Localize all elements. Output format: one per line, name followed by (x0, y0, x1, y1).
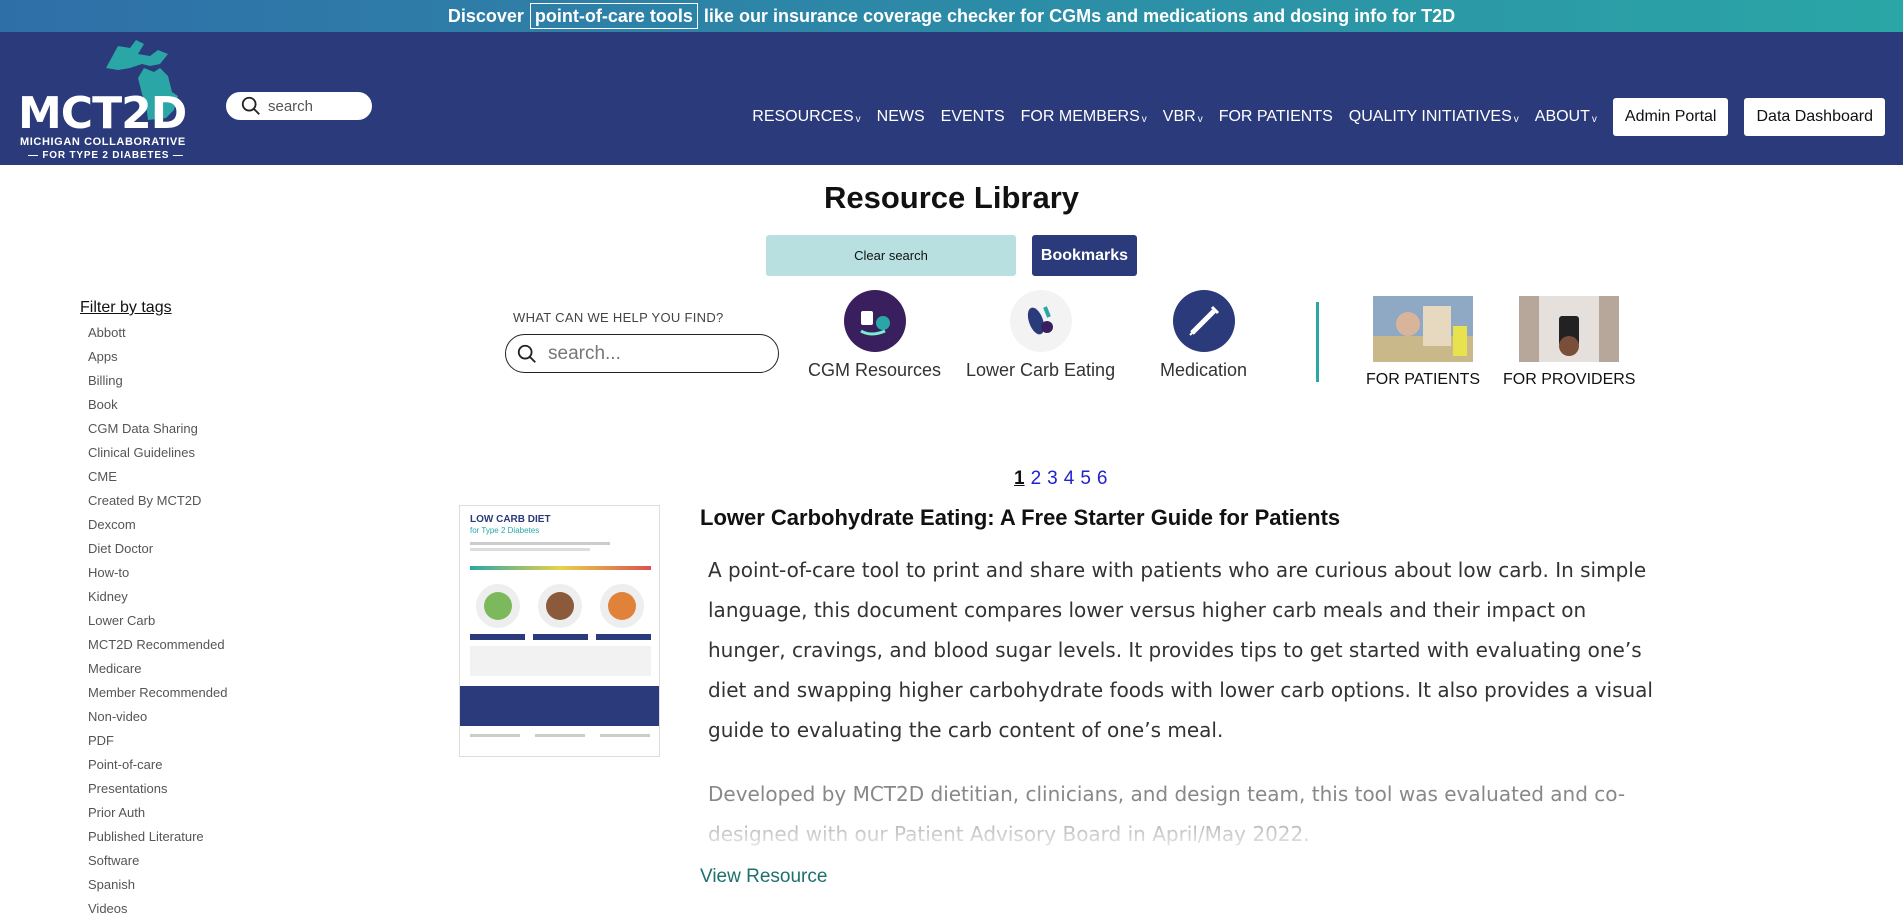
tag-filter-item[interactable]: Published Literature (88, 825, 227, 849)
audience-label: FOR PROVIDERS (1503, 371, 1636, 388)
clear-search-button[interactable]: Clear search (766, 235, 1016, 276)
announcement-post: like our insurance coverage checker for … (703, 5, 1456, 26)
announcement-bar: Discover point-of-care tools like our in… (0, 0, 1903, 32)
tag-filter-item[interactable]: Created By MCT2D (88, 489, 227, 513)
search-icon (241, 96, 260, 115)
header-search-placeholder: search (268, 97, 314, 115)
audience-for-providers[interactable]: FOR PROVIDERS (1503, 296, 1635, 389)
tag-filter-item[interactable]: Presentations (88, 777, 227, 801)
lower-carb-icon (1009, 290, 1072, 352)
audience-label: FOR PATIENTS (1366, 371, 1481, 388)
tag-filter-item[interactable]: Member Recommended (88, 681, 227, 705)
syringe-icon (1172, 290, 1235, 352)
page-link[interactable]: 5 (1080, 468, 1091, 490)
tag-filter-item[interactable]: Medicare (88, 657, 227, 681)
tag-filter-item[interactable]: PDF (88, 729, 227, 753)
filter-title[interactable]: Filter by tags (80, 299, 227, 317)
tag-filter-item[interactable]: Dexcom (88, 513, 227, 537)
data-dashboard-button[interactable]: Data Dashboard (1744, 98, 1885, 136)
nav-for-members[interactable]: FOR MEMBERS v (1021, 108, 1147, 126)
tag-filter-item[interactable]: Apps (88, 345, 227, 369)
tag-filter-item[interactable]: Prior Auth (88, 801, 227, 825)
nav-quality-initiatives[interactable]: QUALITY INITIATIVES v (1349, 108, 1519, 126)
tag-filter-item[interactable]: Abbott (88, 321, 227, 345)
page-link[interactable]: 2 (1031, 468, 1042, 490)
tag-filter-item[interactable]: Clinical Guidelines (88, 441, 227, 465)
tag-filter: Filter by tags Abbott Apps Billing Book CGM … (80, 299, 227, 921)
patients-photo (1373, 296, 1474, 362)
cgm-icon (843, 290, 906, 352)
tag-filter-item[interactable]: CME (88, 465, 227, 489)
low-carb-guide-preview: LOW CARB DIET for Type 2 Diabetes (460, 506, 659, 756)
category-label: Medication (1160, 360, 1248, 380)
tag-filter-item[interactable]: Lower Carb (88, 609, 227, 633)
pagination: 123456 (1014, 468, 1107, 490)
chevron-down-icon: v (1141, 113, 1147, 125)
category-label: CGM Resources (808, 360, 942, 380)
bookmarks-button[interactable]: Bookmarks (1032, 235, 1137, 276)
logo-line-2: — FOR TYPE 2 DIABETES — (28, 150, 184, 161)
tag-list: Abbott Apps Billing Book CGM Data Sharing Cli… (80, 321, 227, 921)
announcement-pre: Discover (447, 5, 524, 26)
tag-filter-item[interactable]: Non-video (88, 705, 227, 729)
search-icon (517, 344, 536, 363)
view-resource-link[interactable]: View Resource (700, 866, 827, 888)
chevron-down-icon: v (1591, 113, 1597, 125)
admin-portal-button[interactable]: Admin Portal (1612, 98, 1729, 136)
header-search-input[interactable]: search (224, 90, 374, 122)
page-link[interactable]: 3 (1047, 468, 1058, 490)
nav-events[interactable]: EVENTS (941, 108, 1005, 126)
resource-description: A point-of-care tool to print and share … (708, 558, 1653, 742)
tag-filter-item[interactable]: Point-of-care (88, 753, 227, 777)
point-of-care-tools-link[interactable]: point-of-care tools (529, 3, 698, 29)
tag-filter-item[interactable]: Software (88, 849, 227, 873)
chevron-down-icon: v (1197, 113, 1203, 125)
tag-filter-item[interactable]: MCT2D Recommended (88, 633, 227, 657)
resource-thumbnail[interactable]: LOW CARB DIET for Type 2 Diabetes (459, 505, 660, 757)
logo-line-1: MICHIGAN COLLABORATIVE (20, 136, 186, 148)
nav-news[interactable]: NEWS (877, 108, 925, 126)
category-medication[interactable]: Medication (1160, 290, 1247, 381)
page-title: Resource Library (824, 180, 1079, 215)
nav-vbr[interactable]: VBR v (1163, 108, 1203, 126)
help-label: WHAT CAN WE HELP YOU FIND? (513, 310, 724, 325)
tag-filter-item[interactable]: Videos (88, 897, 227, 921)
page-link[interactable]: 4 (1064, 468, 1075, 490)
resource-search-input[interactable]: search... (505, 334, 779, 373)
tag-filter-item[interactable]: How-to (88, 561, 227, 585)
nav-resources[interactable]: RESOURCES v (752, 108, 860, 126)
tag-filter-item[interactable]: Billing (88, 369, 227, 393)
resource-title[interactable]: Lower Carbohydrate Eating: A Free Starte… (700, 505, 1340, 531)
nav-for-patients[interactable]: FOR PATIENTS (1219, 108, 1333, 126)
resource-search-placeholder: search... (548, 342, 621, 364)
thumb-subtitle: for Type 2 Diabetes (470, 526, 539, 535)
category-label: Lower Carb Eating (966, 360, 1116, 380)
tag-filter-item[interactable]: Book (88, 393, 227, 417)
thumb-title: LOW CARB DIET (470, 514, 551, 525)
logo-brand: MCT2D (18, 88, 187, 139)
category-lower-carb-eating[interactable]: Lower Carb Eating (966, 290, 1115, 381)
chevron-down-icon: v (855, 113, 861, 125)
category-cgm-resources[interactable]: CGM Resources (808, 290, 941, 381)
audience-for-patients[interactable]: FOR PATIENTS (1366, 296, 1480, 389)
tag-filter-item[interactable]: Spanish (88, 873, 227, 897)
main-nav: RESOURCES v NEWS EVENTS FOR MEMBERS v VBR v… (752, 98, 1885, 136)
mct2d-logo[interactable]: MCT2D MICHIGAN COLLABORATIVE — FOR TYPE … (18, 38, 198, 161)
site-header: MCT2D MICHIGAN COLLABORATIVE — FOR TYPE … (0, 32, 1903, 165)
page-link[interactable]: 6 (1097, 468, 1108, 490)
section-divider (1316, 302, 1319, 382)
nav-about[interactable]: ABOUT v (1535, 108, 1597, 126)
tag-filter-item[interactable]: Diet Doctor (88, 537, 227, 561)
tag-filter-item[interactable]: CGM Data Sharing (88, 417, 227, 441)
tag-filter-item[interactable]: Kidney (88, 585, 227, 609)
providers-photo (1519, 296, 1620, 362)
page-link[interactable]: 1 (1014, 468, 1025, 490)
chevron-down-icon: v (1513, 113, 1519, 125)
text-fade-overlay (700, 800, 1680, 850)
